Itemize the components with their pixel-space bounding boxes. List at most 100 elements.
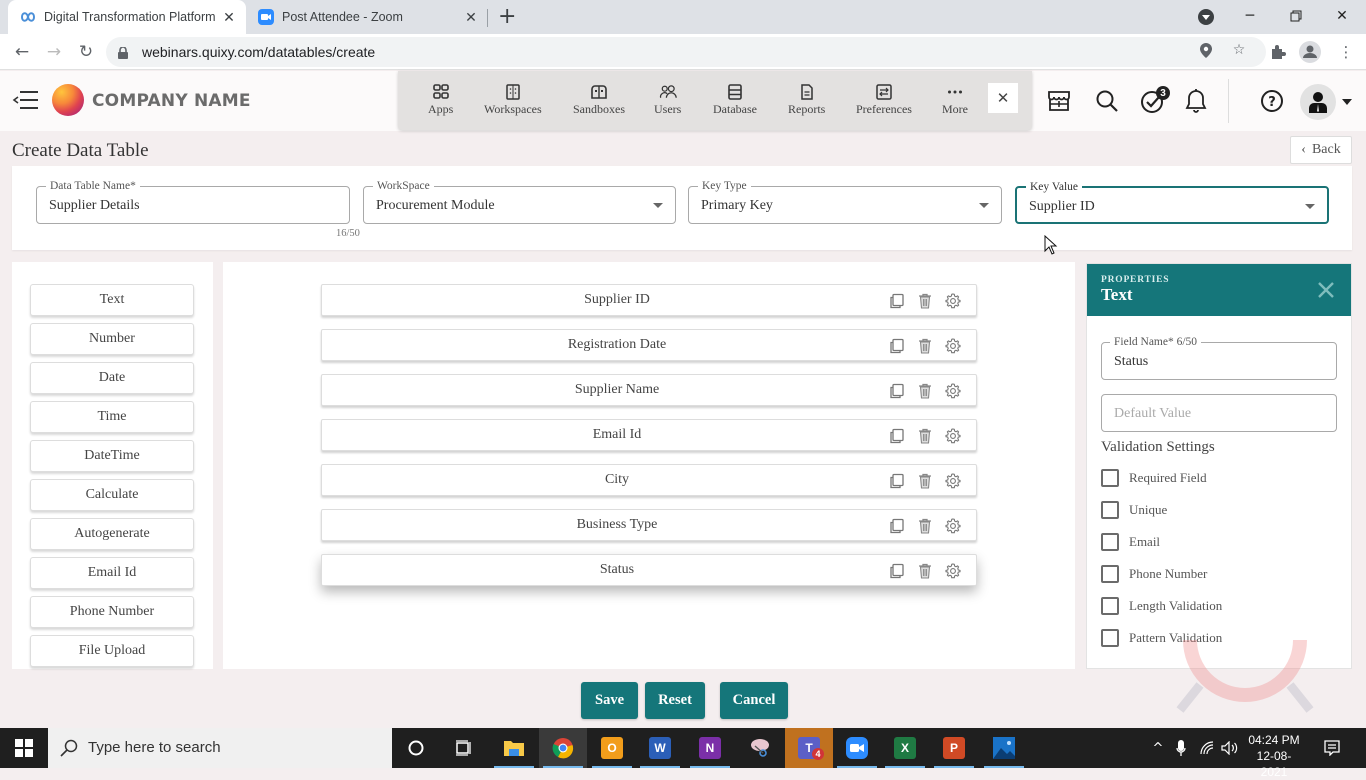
palette-item-file-upload[interactable]: File Upload [30, 635, 194, 667]
system-clock[interactable]: 04:24 PM 12-08-2021 [1244, 732, 1304, 780]
nav-workspaces[interactable]: Workspaces [484, 83, 542, 117]
field-row-email-id[interactable]: Email Id [321, 419, 977, 451]
search-icon[interactable] [1094, 88, 1120, 114]
checkbox-box[interactable] [1101, 533, 1119, 551]
user-avatar[interactable] [1300, 84, 1336, 120]
data-table-name-field[interactable]: Data Table Name* Supplier Details [36, 179, 350, 224]
taskbar-search-box[interactable]: Type here to search [48, 728, 392, 768]
store-icon[interactable] [1046, 88, 1072, 114]
duplicate-icon[interactable] [888, 292, 906, 310]
notifications-bell-icon[interactable] [1183, 88, 1209, 114]
close-nav-button[interactable]: ✕ [988, 83, 1018, 113]
delete-trash-icon[interactable] [916, 337, 934, 355]
field-row-status[interactable]: Status [321, 554, 977, 586]
duplicate-icon[interactable] [888, 562, 906, 580]
checkbox-box[interactable] [1101, 565, 1119, 583]
palette-item-autogenerate[interactable]: Autogenerate [30, 518, 194, 550]
excel-icon[interactable]: X [881, 728, 929, 768]
powerpoint-icon[interactable]: P [930, 728, 978, 768]
chrome-icon[interactable] [539, 728, 587, 768]
close-window-button[interactable]: ✕ [1319, 0, 1365, 32]
restore-button[interactable] [1273, 0, 1319, 32]
key-type-select[interactable]: Key Type Primary Key [688, 179, 1002, 224]
photos-icon[interactable] [980, 728, 1028, 768]
minimize-button[interactable]: ─ [1227, 0, 1273, 32]
back-button[interactable]: ‹ Back [1290, 136, 1352, 164]
palette-item-time[interactable]: Time [30, 401, 194, 433]
key-value-select[interactable]: Key Value Supplier ID [1015, 180, 1329, 224]
onenote-icon[interactable]: N [686, 728, 734, 768]
tab-close-icon[interactable]: ✕ [460, 9, 482, 26]
email-checkbox[interactable]: Email [1101, 532, 1160, 552]
delete-trash-icon[interactable] [916, 382, 934, 400]
delete-trash-icon[interactable] [916, 292, 934, 310]
outlook-icon[interactable]: O [588, 728, 636, 768]
workspace-select[interactable]: WorkSpace Procurement Module [363, 179, 676, 224]
field-row-supplier-id[interactable]: Supplier ID [321, 284, 977, 316]
field-settings-gear-icon[interactable] [944, 292, 962, 310]
action-center-icon[interactable] [1320, 728, 1344, 768]
delete-trash-icon[interactable] [916, 517, 934, 535]
field-name-input[interactable]: Field Name* 6/50 Status [1101, 335, 1337, 380]
palette-item-text[interactable]: Text [30, 284, 194, 316]
field-settings-gear-icon[interactable] [944, 472, 962, 490]
save-button[interactable]: Save [581, 682, 638, 719]
checkbox-box[interactable] [1101, 629, 1119, 647]
bookmark-star-icon[interactable]: ☆ [1231, 42, 1247, 58]
nav-more[interactable]: More [942, 83, 968, 117]
windows-start-icon[interactable] [0, 728, 48, 768]
nav-preferences[interactable]: Preferences [856, 83, 912, 117]
zoom-app-icon[interactable] [833, 728, 881, 768]
location-pin-icon[interactable] [1198, 42, 1214, 58]
snipping-tool-icon[interactable] [736, 728, 784, 768]
phone-number-checkbox[interactable]: Phone Number [1101, 564, 1207, 584]
address-bar[interactable]: webinars.quixy.com/datatables/create [106, 37, 1266, 67]
microphone-icon[interactable] [1172, 728, 1190, 768]
unique-checkbox[interactable]: Unique [1101, 500, 1167, 520]
checkbox-box[interactable] [1101, 501, 1119, 519]
palette-item-date[interactable]: Date [30, 362, 194, 394]
field-settings-gear-icon[interactable] [944, 562, 962, 580]
duplicate-icon[interactable] [888, 337, 906, 355]
tab-search-dropdown-icon[interactable] [1198, 9, 1214, 25]
reset-button[interactable]: Reset [645, 682, 705, 719]
field-row-registration-date[interactable]: Registration Date [321, 329, 977, 361]
extensions-icon[interactable] [1266, 40, 1290, 64]
palette-item-calculate[interactable]: Calculate [30, 479, 194, 511]
nav-sandboxes[interactable]: Sandboxes [573, 83, 625, 117]
field-row-business-type[interactable]: Business Type [321, 509, 977, 541]
field-row-supplier-name[interactable]: Supplier Name [321, 374, 977, 406]
new-tab-button[interactable]: + [498, 4, 516, 29]
delete-trash-icon[interactable] [916, 472, 934, 490]
palette-item-datetime[interactable]: DateTime [30, 440, 194, 472]
teams-icon[interactable]: T 4 [785, 728, 833, 768]
menu-collapse-icon[interactable] [12, 88, 40, 112]
duplicate-icon[interactable] [888, 517, 906, 535]
palette-item-number[interactable]: Number [30, 323, 194, 355]
palette-item-phone-number[interactable]: Phone Number [30, 596, 194, 628]
delete-trash-icon[interactable] [916, 427, 934, 445]
back-arrow-icon[interactable]: ← [10, 40, 34, 64]
volume-icon[interactable] [1220, 728, 1240, 768]
duplicate-icon[interactable] [888, 382, 906, 400]
nav-reports[interactable]: Reports [788, 83, 825, 117]
delete-trash-icon[interactable] [916, 562, 934, 580]
field-settings-gear-icon[interactable] [944, 517, 962, 535]
field-settings-gear-icon[interactable] [944, 337, 962, 355]
field-settings-gear-icon[interactable] [944, 382, 962, 400]
cancel-button[interactable]: Cancel [720, 682, 788, 719]
field-row-city[interactable]: City [321, 464, 977, 496]
duplicate-icon[interactable] [888, 472, 906, 490]
field-settings-gear-icon[interactable] [944, 427, 962, 445]
length-validation-checkbox[interactable]: Length Validation [1101, 596, 1222, 616]
task-view-icon[interactable] [440, 728, 488, 768]
cortana-icon[interactable] [392, 728, 440, 768]
reload-icon[interactable]: ↻ [74, 40, 98, 64]
nav-apps[interactable]: Apps [428, 83, 453, 117]
browser-tab-zoom[interactable]: Post Attendee - Zoom ✕ [248, 0, 488, 34]
help-icon[interactable]: ? [1259, 88, 1285, 114]
required-field-checkbox[interactable]: Required Field [1101, 468, 1207, 488]
nav-users[interactable]: Users [654, 83, 681, 117]
checkbox-box[interactable] [1101, 469, 1119, 487]
file-explorer-icon[interactable] [490, 728, 538, 768]
